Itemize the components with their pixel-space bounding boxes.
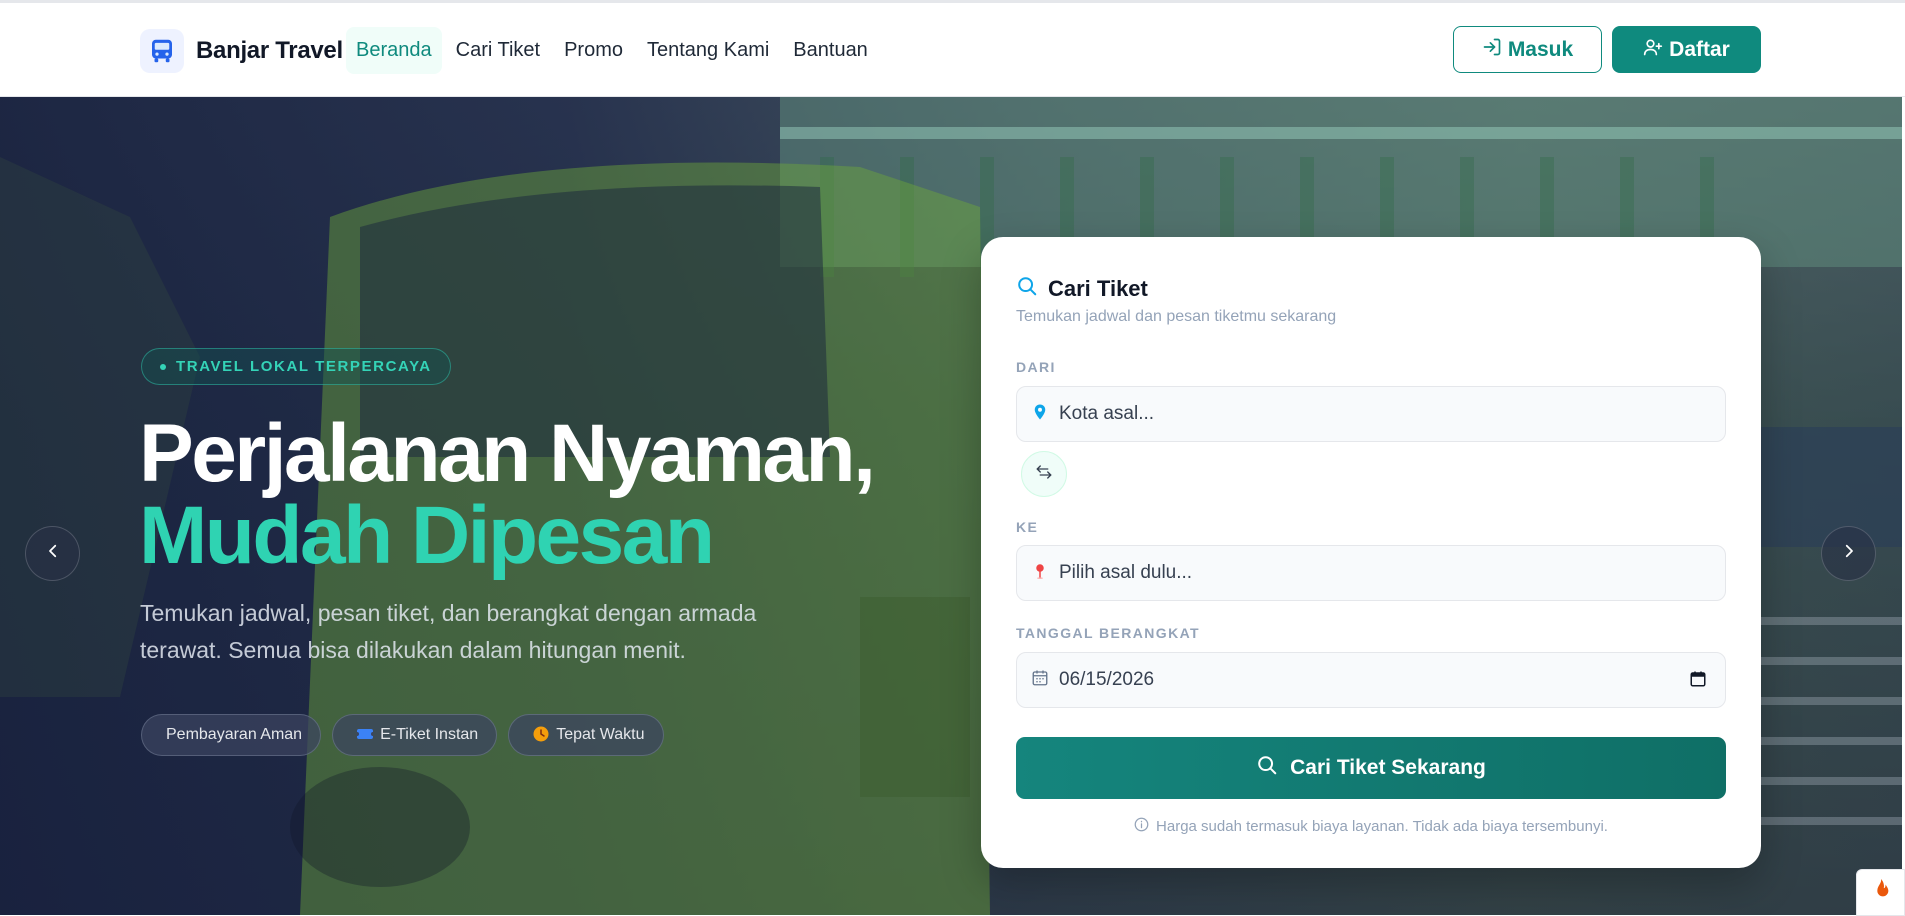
to-input[interactable] [1059,562,1659,584]
to-field[interactable] [1016,545,1726,601]
site-header: Banjar Travel Beranda Cari Tiket Promo T… [0,3,1905,97]
bus-icon [140,29,184,73]
card-title: Cari Tiket [1048,275,1148,301]
chip-label-on-time: Tepat Waktu [556,726,645,743]
price-note: Harga sudah termasuk biaya layanan. Tida… [1016,817,1726,836]
swap-button[interactable] [1021,451,1067,497]
slider-prev-button[interactable] [25,526,80,581]
from-field[interactable] [1016,386,1726,442]
date-field[interactable]: 06/15/2026 [1016,652,1726,708]
hero-subtitle: Temukan jadwal, pesan tiket, dan berangk… [140,600,757,663]
hero-title-line2: Mudah Dipesan [139,490,715,581]
search-tickets-label: Cari Tiket Sekarang [1290,756,1486,779]
flame-icon [1870,877,1892,908]
ticket-icon [355,727,376,743]
info-icon [1134,817,1149,836]
register-button[interactable]: Daftar [1612,26,1761,73]
calendar-grid-icon [1031,669,1049,692]
search-icon [1016,275,1038,302]
login-label: Masuk [1507,37,1574,61]
nav-item-cari-tiket[interactable]: Cari Tiket [446,27,550,74]
login-icon [1482,37,1502,63]
chip-label-eticket: E-Tiket Instan [380,726,479,743]
hero-badge: TRAVEL LOKAL TERPERCAYA [141,348,451,385]
floating-widget[interactable] [1856,869,1905,916]
card-header: Cari Tiket [1016,275,1148,302]
location-marker-icon [1031,561,1049,586]
swap-icon [1035,463,1053,486]
date-label: TANGGAL BERANGKAT [1016,625,1201,641]
hero-badge-text: TRAVEL LOKAL TERPERCAYA [176,358,432,375]
ticket-search-card: Cari Tiket Temukan jadwal dan pesan tike… [981,237,1761,868]
search-icon [1256,754,1278,782]
clock-icon [533,726,549,745]
chevron-right-icon [1840,542,1858,565]
calendar-icon[interactable] [1689,670,1707,693]
brand-name: Banjar Travel [196,37,343,64]
chevron-left-icon [44,542,62,565]
login-button[interactable]: Masuk [1453,26,1602,73]
from-label: DARI [1016,359,1056,375]
hero-title-line1: Perjalanan Nyaman, [139,408,876,499]
slider-next-button[interactable] [1821,526,1876,581]
nav-item-promo[interactable]: Promo [554,27,633,74]
from-input[interactable] [1059,403,1659,425]
card-subtitle: Temukan jadwal dan pesan tiketmu sekaran… [1016,308,1337,325]
nav-item-bantuan[interactable]: Bantuan [783,27,878,74]
register-label: Daftar [1669,37,1730,61]
feature-chip-secure-payment: Pembayaran Aman [141,714,322,756]
map-pin-icon [1031,402,1049,427]
date-value: 06/15/2026 [1059,669,1155,690]
to-label: KE [1016,519,1039,535]
feature-chip-eticket: E-Tiket Instan [332,714,498,756]
price-note-text: Harga sudah termasuk biaya layanan. Tida… [1156,818,1608,835]
nav-item-tentang-kami[interactable]: Tentang Kami [637,27,779,74]
chip-label-secure-payment: Pembayaran Aman [166,726,303,743]
user-plus-icon [1643,37,1663,63]
search-tickets-button[interactable]: Cari Tiket Sekarang [1016,737,1726,799]
brand-logo[interactable]: Banjar Travel [140,29,343,73]
feature-chip-on-time: Tepat Waktu [508,714,664,756]
main-nav: Beranda Cari Tiket Promo Tentang Kami Ba… [346,27,878,74]
nav-item-beranda[interactable]: Beranda [346,27,442,74]
hero-features: Pembayaran Aman E-Tiket Instan Tepat Wak… [141,714,664,756]
badge-dot [160,363,166,370]
